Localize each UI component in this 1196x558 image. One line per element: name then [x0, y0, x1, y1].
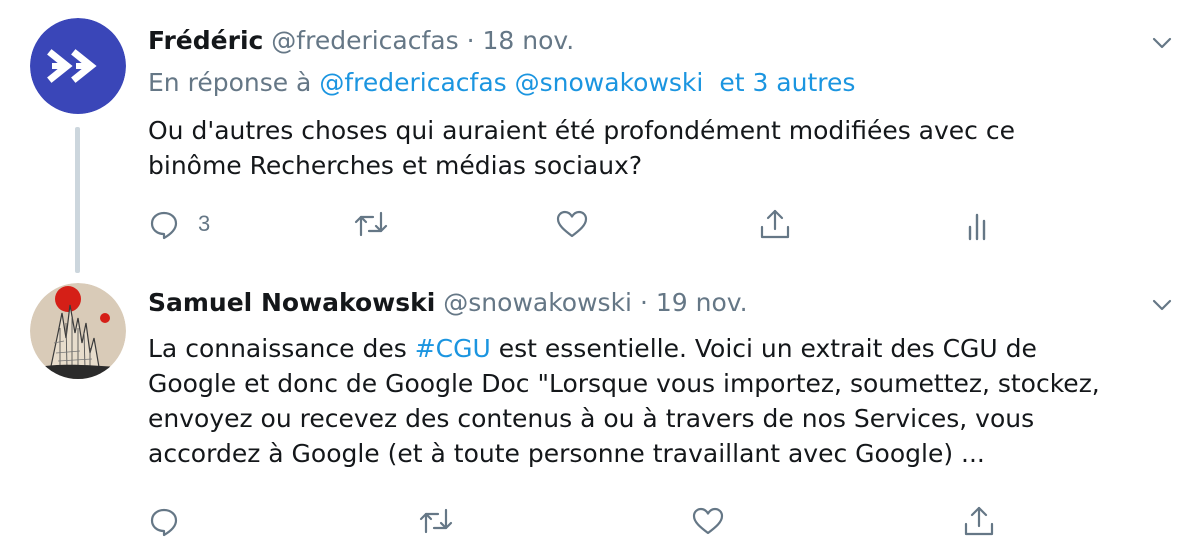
reply-button[interactable]	[148, 503, 180, 539]
separator-dot: ·	[639, 288, 648, 317]
author-handle[interactable]: @fredericacfas	[271, 26, 458, 55]
tweet-header: Frédéric @fredericacfas · 18 nov.	[148, 26, 574, 56]
reply-prefix: En réponse à	[148, 68, 312, 97]
tweet-text-line: Ou d'autres choses qui auraient été prof…	[148, 116, 1015, 145]
like-button[interactable]	[555, 206, 589, 242]
heart-icon	[556, 210, 588, 238]
tweet-text-line: La connaissance des #CGU est essentielle…	[148, 331, 1178, 366]
author-handle[interactable]: @snowakowski	[443, 288, 632, 317]
analytics-button[interactable]	[965, 206, 993, 242]
retweet-button[interactable]	[418, 503, 454, 539]
reply-context: En réponse à @fredericacfas @snowakowski…	[148, 67, 855, 99]
tweet-date[interactable]: 18 nov.	[483, 26, 575, 55]
analytics-icon	[968, 213, 986, 241]
reply-icon	[150, 211, 178, 240]
tweet-text-line: accordez à Google (et à toute personne t…	[148, 439, 985, 468]
tweet-date[interactable]: 19 nov.	[656, 288, 748, 317]
separator-dot: ·	[466, 26, 475, 55]
artwork-avatar	[30, 283, 126, 379]
author-name[interactable]: Samuel Nowakowski	[148, 288, 435, 317]
share-icon	[760, 209, 790, 239]
tweet-text-line: envoyez ou recevez des contenus à ou à t…	[148, 404, 1035, 433]
reply-button[interactable]: 3	[148, 206, 210, 242]
chevron-down-icon[interactable]	[1150, 31, 1174, 55]
text-segment: est essentielle. Voici un extrait des CG…	[498, 334, 1037, 363]
share-icon	[964, 506, 994, 536]
tweet-text-line: binôme Recherches et médias sociaux?	[148, 151, 643, 180]
hashtag-link[interactable]: #CGU	[415, 334, 491, 363]
retweet-icon	[419, 508, 453, 534]
reply-count: 3	[198, 211, 211, 236]
share-button[interactable]	[962, 503, 996, 539]
reply-icon	[150, 508, 178, 537]
mention-link[interactable]: @fredericacfas	[319, 68, 506, 97]
chevron-down-icon[interactable]	[1150, 293, 1174, 317]
tweet-actions	[148, 503, 1148, 539]
text-segment: La connaissance des	[148, 334, 407, 363]
retweet-icon	[354, 211, 388, 237]
share-button[interactable]	[758, 206, 792, 242]
thread-connector-line	[75, 127, 80, 273]
avatar[interactable]	[30, 18, 126, 114]
tweet-header: Samuel Nowakowski @snowakowski · 19 nov.	[148, 288, 748, 318]
author-name[interactable]: Frédéric	[148, 26, 263, 55]
tweet-text: La connaissance des #CGU est essentielle…	[148, 331, 1178, 471]
heart-icon	[692, 507, 724, 535]
tweet-actions: 3	[148, 206, 1148, 242]
avatar[interactable]	[30, 283, 126, 379]
retweet-button[interactable]	[353, 206, 389, 242]
tweet-text-line: Google et donc de Google Doc "Lorsque vo…	[148, 369, 1100, 398]
fast-forward-icon	[30, 18, 126, 114]
like-button[interactable]	[691, 503, 725, 539]
tweet-text: Ou d'autres choses qui auraient été prof…	[148, 113, 1178, 183]
mention-link[interactable]: @snowakowski	[515, 68, 704, 97]
others-link[interactable]: et 3 autres	[719, 68, 855, 97]
